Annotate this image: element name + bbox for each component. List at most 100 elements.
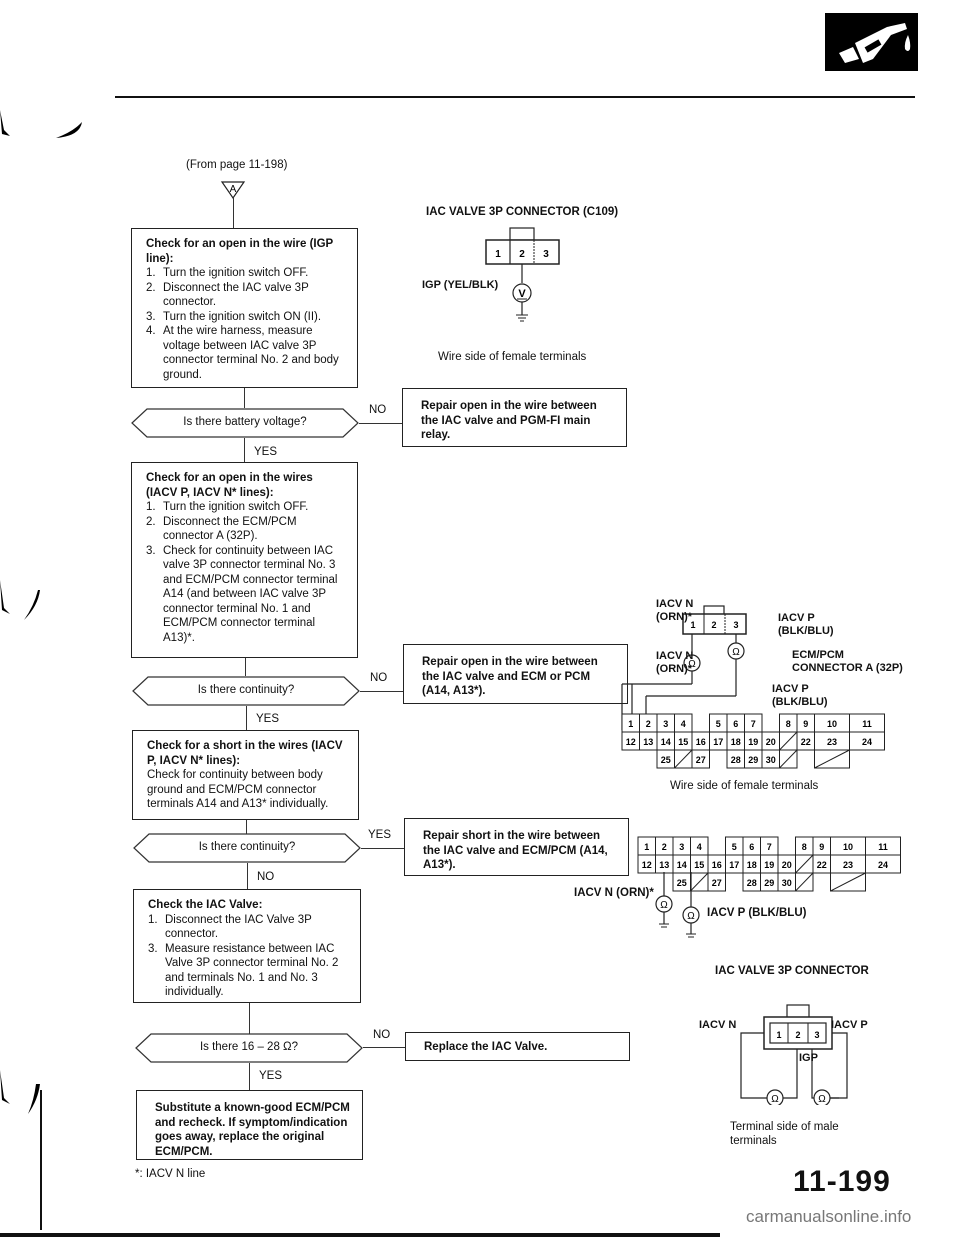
- repair-iacv-open: Repair open in the wire between the IAC …: [403, 644, 628, 704]
- svg-text:Ω: Ω: [660, 900, 668, 911]
- iac-valve-male-connector-diagram: 1 2 3 Ω Ω: [740, 1004, 848, 1105]
- terminal-label: 20: [782, 860, 792, 870]
- pin-3: 3: [543, 249, 549, 260]
- igp-male-label: IGP: [799, 1052, 818, 1064]
- repair-iacv-short: Repair short in the wire between the IAC…: [404, 818, 629, 876]
- flow-line: [245, 658, 246, 676]
- terminal-label: 20: [766, 737, 776, 747]
- terminal-label: 12: [626, 737, 636, 747]
- terminal-label: 22: [817, 860, 827, 870]
- flow-line: [249, 1003, 250, 1036]
- diagram4-title: IAC VALVE 3P CONNECTOR: [715, 965, 869, 977]
- replace-iac-valve: Replace the IAC Valve.: [405, 1032, 630, 1061]
- decision-continuity-short: Is there continuity?: [133, 833, 361, 863]
- flow-line: [360, 691, 404, 692]
- flow-line: [361, 848, 405, 849]
- decision-resistance: Is there 16 – 28 Ω?: [135, 1033, 363, 1063]
- flow-line: [363, 1047, 407, 1048]
- terminal-label: 1: [628, 719, 633, 729]
- iacv-n-male-label: IACV N: [699, 1019, 737, 1031]
- svg-text:A: A: [230, 184, 237, 195]
- terminal-label: 15: [694, 860, 704, 870]
- terminal-label: 17: [713, 737, 723, 747]
- terminal-label: 28: [731, 755, 741, 765]
- flow-line: [359, 423, 403, 424]
- pin-1: 1: [495, 249, 501, 260]
- yes-label: YES: [256, 713, 280, 725]
- diagram1-title: IAC VALVE 3P CONNECTOR (C109): [426, 206, 619, 218]
- terminal-label: 27: [696, 755, 706, 765]
- terminal-label: 12: [642, 860, 652, 870]
- repair-igp-open: Repair open in the wire between the IAC …: [402, 388, 627, 447]
- igp-wire-label: IGP (YEL/BLK): [422, 279, 499, 291]
- terminal-label: 6: [749, 842, 754, 852]
- iacv-n-top-label: IACV N (ORN)*: [656, 598, 694, 623]
- terminal-label: 18: [747, 860, 757, 870]
- terminal-label: 2: [646, 719, 651, 729]
- fuel-nozzle-icon: [825, 13, 918, 71]
- terminal-label: 15: [678, 737, 688, 747]
- terminal-label: 11: [878, 842, 888, 852]
- flow-line: [244, 438, 245, 463]
- footer-rule: [0, 1233, 720, 1237]
- flow-line: [244, 388, 245, 408]
- terminal-label: 29: [764, 878, 774, 888]
- flow-line: [246, 706, 247, 730]
- terminal-label: 30: [782, 878, 792, 888]
- svg-text:Ω: Ω: [687, 911, 695, 922]
- svg-text:2: 2: [795, 1030, 800, 1040]
- diagram4-caption: Terminal side of male terminals: [730, 1121, 839, 1147]
- ground-test-leads: Ω Ω: [655, 872, 700, 938]
- terminal-label: 23: [827, 737, 837, 747]
- diagram1-caption: Wire side of female terminals: [438, 351, 587, 363]
- terminal-label: 7: [751, 719, 756, 729]
- svg-text:3: 3: [733, 620, 738, 630]
- binding-mark: [0, 110, 82, 138]
- terminal-label: 2: [662, 842, 667, 852]
- terminal-label: 19: [748, 737, 758, 747]
- binding-mark: [0, 1070, 40, 1114]
- ground-icon: [686, 933, 696, 938]
- terminal-label: 18: [731, 737, 741, 747]
- terminal-label: 6: [733, 719, 738, 729]
- terminal-label: 8: [802, 842, 807, 852]
- svg-text:Ω: Ω: [818, 1094, 826, 1105]
- flow-line: [233, 198, 234, 228]
- terminal-label: 1: [644, 842, 649, 852]
- terminal-label: 14: [661, 737, 671, 747]
- substitute-ecm-step: Substitute a known-good ECM/PCM and rech…: [136, 1090, 363, 1160]
- terminal-label: 9: [803, 719, 808, 729]
- diagram2-caption: Wire side of female terminals: [670, 780, 819, 792]
- svg-text:3: 3: [814, 1030, 819, 1040]
- svg-text:Ω: Ω: [771, 1094, 779, 1105]
- step-check-iac-valve: Check the IAC Valve: 1. Disconnect the IA…: [133, 889, 361, 1003]
- header-rule: [115, 96, 915, 98]
- iacv-p-male-label: IACV P: [831, 1019, 868, 1031]
- step-check-open-iacv-lines: Check for an open in the wires (IACV P, …: [131, 462, 358, 658]
- terminal-label: 8: [786, 719, 791, 729]
- svg-text:1: 1: [776, 1030, 781, 1040]
- ecm-connector-upper: 1 2 3 4 5 6 7 8 9 10 11 12 13 14 15 16 17 18 19 20 22 23 24 25 2…: [620, 712, 920, 772]
- page-number: 11-199: [793, 1165, 891, 1198]
- ground-icon: [659, 923, 669, 928]
- iacv-n-mid-label: IACV N (ORN)*: [656, 650, 694, 675]
- terminal-label: 28: [747, 878, 757, 888]
- terminal-label: 13: [659, 860, 669, 870]
- footnote: *: IACV N line: [135, 1168, 206, 1180]
- iacv-p-mid-label: IACV P (BLK/BLU): [772, 683, 828, 708]
- pin-2: 2: [519, 249, 525, 260]
- terminal-label: 9: [819, 842, 824, 852]
- terminal-label: 4: [681, 719, 686, 729]
- watermark: carmanualsonline.info: [746, 1207, 912, 1226]
- terminal-label: 13: [643, 737, 653, 747]
- terminal-label: 22: [801, 737, 811, 747]
- yes-label: YES: [368, 829, 392, 841]
- svg-text:Ω: Ω: [732, 647, 740, 658]
- terminal-label: 24: [878, 860, 888, 870]
- step-check-igp-line: Check for an open in the wire (IGP line)…: [131, 228, 358, 388]
- terminal-label: 5: [716, 719, 721, 729]
- no-label: NO: [370, 672, 388, 684]
- ground-icon: [516, 314, 528, 322]
- terminal-label: 10: [827, 719, 837, 729]
- terminal-label: 14: [677, 860, 687, 870]
